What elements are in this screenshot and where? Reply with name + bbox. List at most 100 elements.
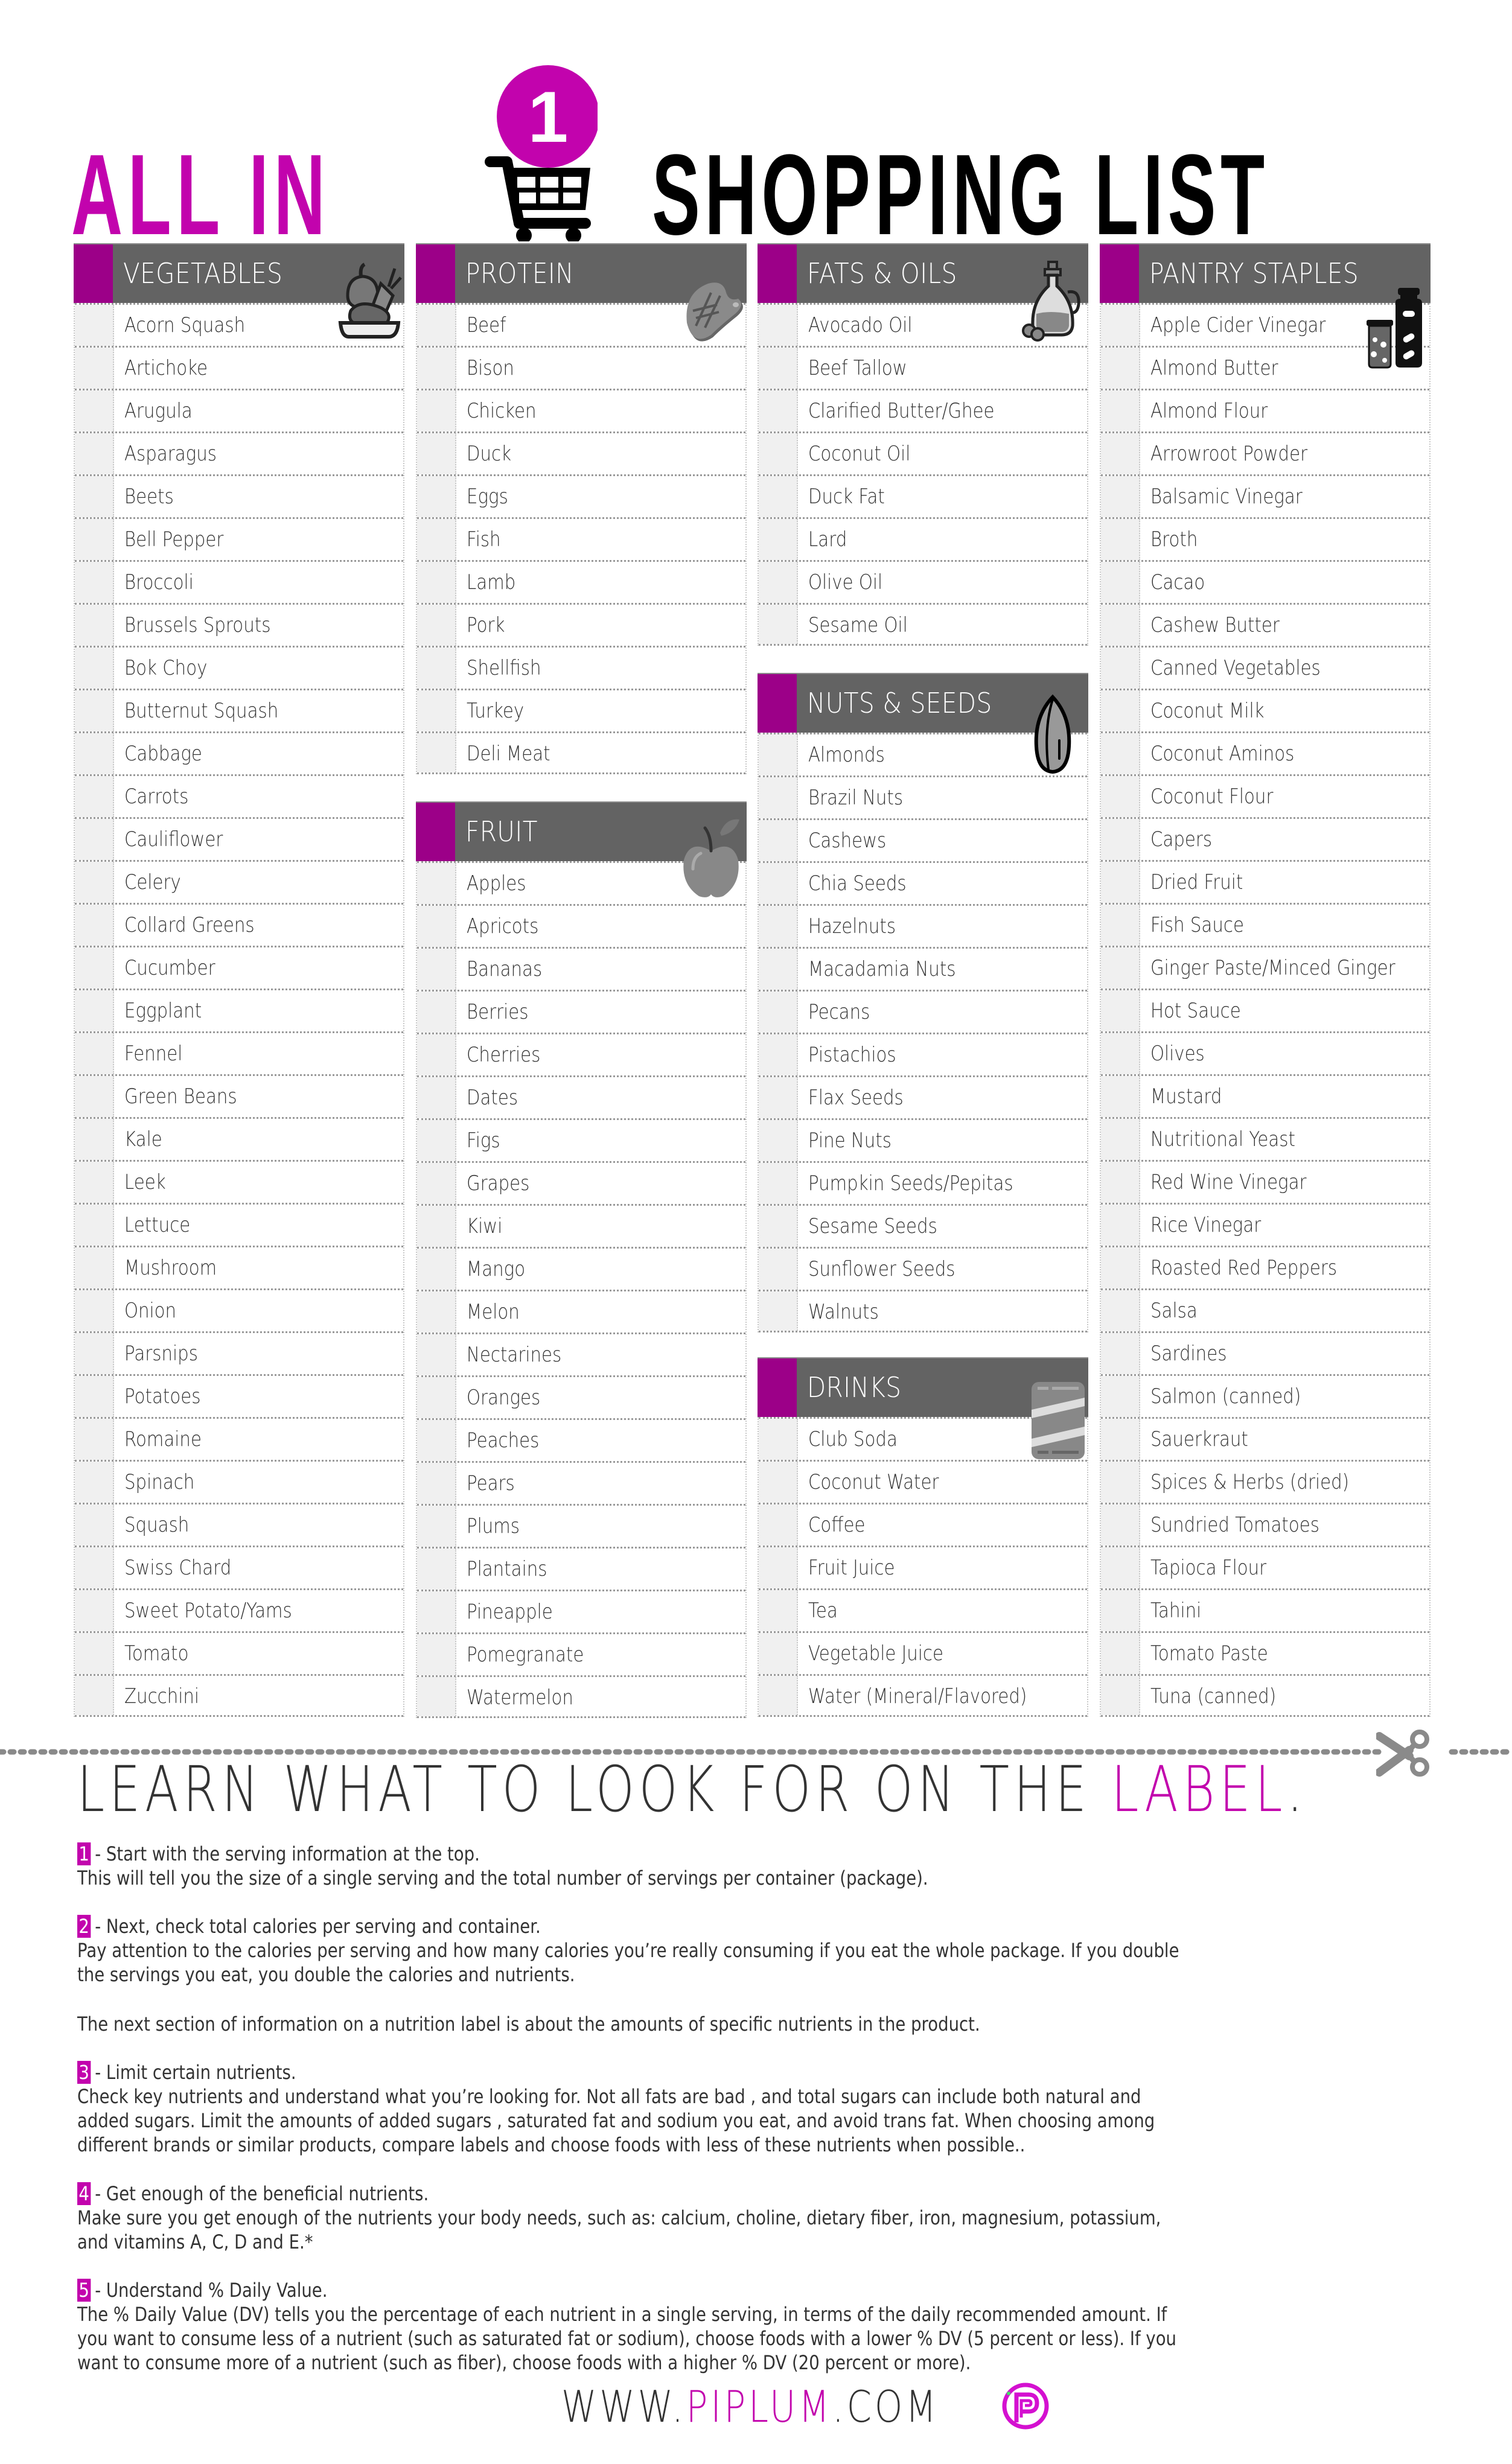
checkbox[interactable]: [1101, 1205, 1140, 1246]
checkbox[interactable]: [417, 348, 456, 389]
checkbox[interactable]: [1101, 1504, 1140, 1546]
checkbox[interactable]: [75, 519, 114, 560]
checkbox[interactable]: [417, 1463, 456, 1504]
checkbox[interactable]: [1101, 1076, 1140, 1117]
checkbox[interactable]: [1101, 990, 1140, 1031]
checkbox[interactable]: [1101, 733, 1140, 774]
checkbox[interactable]: [75, 862, 114, 903]
checkbox[interactable]: [759, 1462, 798, 1503]
checkbox[interactable]: [1101, 947, 1140, 988]
checkbox[interactable]: [75, 605, 114, 646]
checkbox[interactable]: [759, 519, 798, 560]
checkbox[interactable]: [417, 1206, 456, 1247]
checkbox[interactable]: [759, 863, 798, 904]
checkbox[interactable]: [75, 776, 114, 817]
checkbox[interactable]: [75, 562, 114, 603]
checkbox[interactable]: [75, 1419, 114, 1460]
checkbox[interactable]: [1101, 1633, 1140, 1674]
checkbox[interactable]: [759, 1590, 798, 1631]
checkbox[interactable]: [1101, 1462, 1140, 1503]
checkbox[interactable]: [417, 992, 456, 1033]
checkbox[interactable]: [1101, 519, 1140, 560]
checkbox[interactable]: [75, 433, 114, 474]
checkbox[interactable]: [1101, 348, 1140, 389]
checkbox[interactable]: [75, 733, 114, 774]
checkbox[interactable]: [75, 1633, 114, 1674]
checkbox[interactable]: [1101, 905, 1140, 946]
checkbox[interactable]: [75, 1162, 114, 1203]
checkbox[interactable]: [759, 1120, 798, 1161]
checkbox[interactable]: [75, 1547, 114, 1588]
checkbox[interactable]: [75, 1333, 114, 1374]
checkbox[interactable]: [759, 1249, 798, 1290]
checkbox[interactable]: [417, 949, 456, 990]
checkbox[interactable]: [759, 605, 798, 644]
checkbox[interactable]: [417, 1291, 456, 1332]
checkbox[interactable]: [1101, 1290, 1140, 1331]
checkbox[interactable]: [759, 1633, 798, 1674]
checkbox[interactable]: [417, 476, 456, 517]
checkbox[interactable]: [417, 733, 456, 772]
checkbox[interactable]: [417, 1506, 456, 1547]
checkbox[interactable]: [1101, 305, 1140, 346]
checkbox[interactable]: [1101, 1162, 1140, 1203]
checkbox[interactable]: [1101, 690, 1140, 731]
checkbox[interactable]: [1101, 1247, 1140, 1288]
checkbox[interactable]: [1101, 1419, 1140, 1460]
checkbox[interactable]: [759, 390, 798, 431]
checkbox[interactable]: [759, 1163, 798, 1204]
checkbox[interactable]: [417, 1163, 456, 1204]
checkbox[interactable]: [75, 1033, 114, 1074]
checkbox[interactable]: [759, 1291, 798, 1331]
checkbox[interactable]: [417, 605, 456, 646]
checkbox[interactable]: [1101, 1333, 1140, 1374]
checkbox[interactable]: [417, 1677, 456, 1716]
checkbox[interactable]: [759, 1419, 798, 1460]
checkbox[interactable]: [759, 777, 798, 818]
checkbox[interactable]: [759, 348, 798, 389]
checkbox[interactable]: [1101, 390, 1140, 431]
checkbox[interactable]: [75, 819, 114, 860]
checkbox[interactable]: [759, 1206, 798, 1247]
checkbox[interactable]: [759, 949, 798, 990]
checkbox[interactable]: [1101, 1590, 1140, 1631]
checkbox[interactable]: [417, 690, 456, 731]
checkbox[interactable]: [75, 1590, 114, 1631]
checkbox[interactable]: [417, 1377, 456, 1418]
checkbox[interactable]: [417, 519, 456, 560]
checkbox[interactable]: [75, 947, 114, 988]
checkbox[interactable]: [1101, 476, 1140, 517]
checkbox[interactable]: [759, 992, 798, 1033]
checkbox[interactable]: [1101, 1676, 1140, 1715]
checkbox[interactable]: [417, 305, 456, 346]
checkbox[interactable]: [75, 1119, 114, 1160]
checkbox[interactable]: [759, 734, 798, 775]
checkbox[interactable]: [417, 1591, 456, 1632]
footer-website-link[interactable]: WWW.PIPLUM.COM: [561, 2383, 939, 2431]
checkbox[interactable]: [417, 433, 456, 474]
checkbox[interactable]: [417, 562, 456, 603]
checkbox[interactable]: [75, 1676, 114, 1715]
checkbox[interactable]: [759, 1547, 798, 1588]
checkbox[interactable]: [417, 906, 456, 947]
checkbox[interactable]: [759, 1504, 798, 1546]
checkbox[interactable]: [75, 348, 114, 389]
checkbox[interactable]: [417, 863, 456, 904]
checkbox[interactable]: [417, 1420, 456, 1461]
checkbox[interactable]: [759, 820, 798, 861]
checkbox[interactable]: [1101, 1119, 1140, 1160]
checkbox[interactable]: [417, 648, 456, 689]
checkbox[interactable]: [759, 562, 798, 603]
checkbox[interactable]: [759, 476, 798, 517]
checkbox[interactable]: [417, 1634, 456, 1675]
checkbox[interactable]: [75, 390, 114, 431]
checkbox[interactable]: [1101, 1376, 1140, 1417]
checkbox[interactable]: [417, 1249, 456, 1290]
checkbox[interactable]: [75, 1247, 114, 1288]
checkbox[interactable]: [75, 690, 114, 731]
checkbox[interactable]: [1101, 1033, 1140, 1074]
checkbox[interactable]: [75, 1376, 114, 1417]
checkbox[interactable]: [1101, 605, 1140, 646]
checkbox[interactable]: [1101, 1547, 1140, 1588]
checkbox[interactable]: [1101, 819, 1140, 860]
